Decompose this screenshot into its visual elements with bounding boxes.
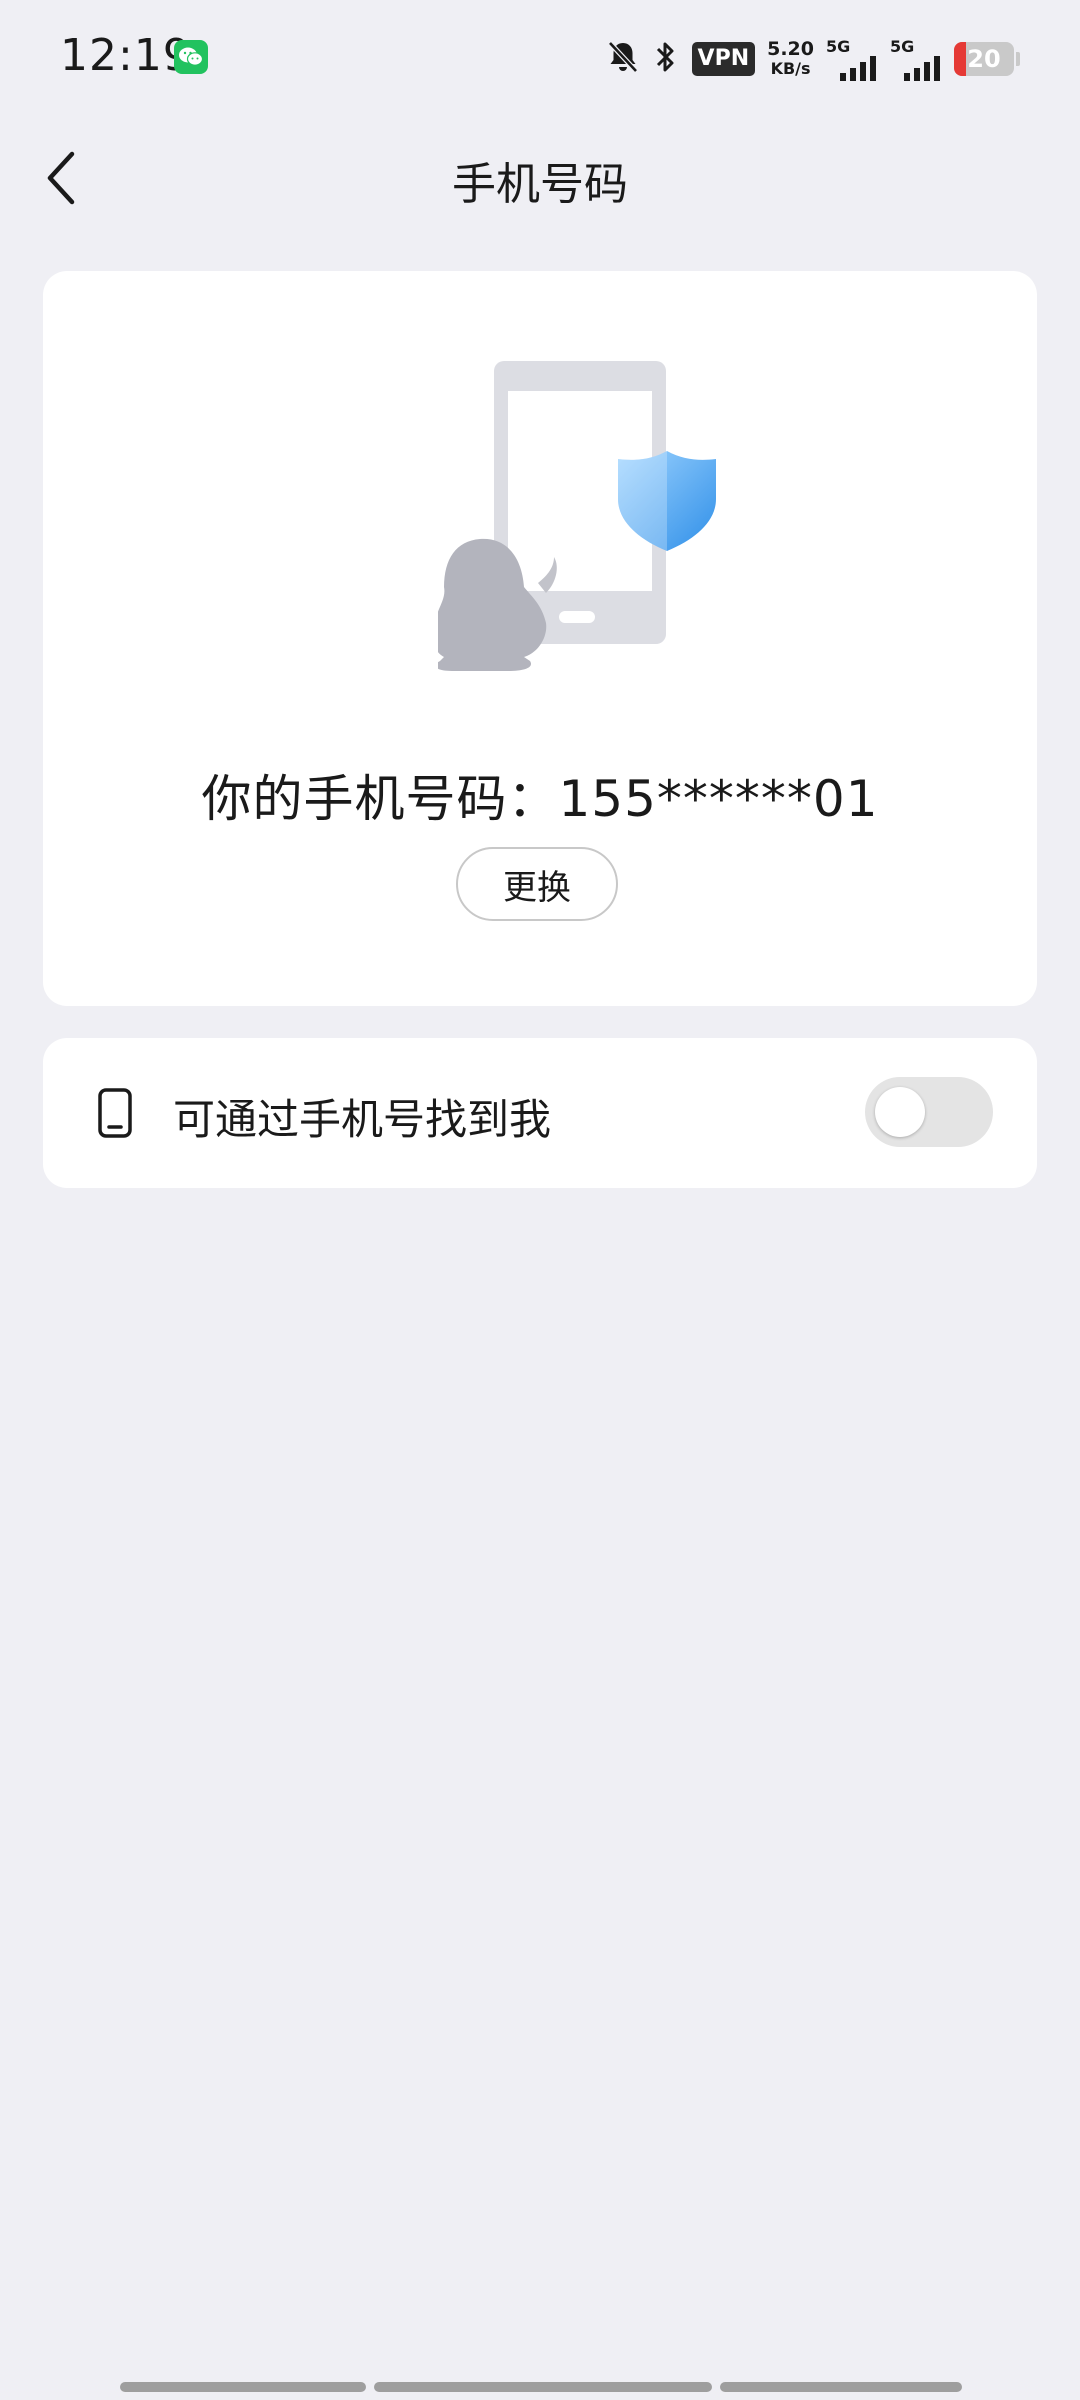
network-speed-value: 5.20 <box>767 38 814 60</box>
status-bar: 12:19 VPN 5.20 KB/s 5G 5G 20 <box>0 0 1080 110</box>
page-title: 手机号码 <box>452 159 628 210</box>
mobile-phone-icon <box>93 1088 137 1138</box>
network-speed: 5.20 KB/s <box>767 39 814 79</box>
gesture-bar-segment <box>720 2382 962 2392</box>
gesture-bar-segment <box>374 2382 712 2392</box>
signal-2-label: 5G <box>890 37 915 56</box>
battery-icon: 20 <box>954 42 1014 76</box>
signal-1-label: 5G <box>826 37 851 56</box>
change-phone-button[interactable]: 更换 <box>456 847 618 921</box>
app-header: 手机号码 <box>0 130 1080 226</box>
bell-muted-icon <box>606 39 640 79</box>
toggle-knob <box>875 1087 925 1137</box>
signal-strength-2: 5G <box>890 37 942 81</box>
battery-cap <box>1016 52 1020 66</box>
network-speed-unit: KB/s <box>770 59 811 78</box>
vpn-badge: VPN <box>691 42 756 76</box>
phone-number-label: 你的手机号码：155******01 <box>201 770 879 828</box>
phone-number-card: 你的手机号码：155******01 更换 <box>43 271 1037 1006</box>
status-icons: VPN 5.20 KB/s 5G 5G 20 <box>606 34 1020 84</box>
bluetooth-icon <box>652 39 680 79</box>
signal-strength-1: 5G <box>826 37 878 81</box>
find-me-by-phone-toggle[interactable] <box>865 1077 993 1147</box>
status-time: 12:19 <box>60 30 192 81</box>
gesture-bar-segment <box>120 2382 366 2392</box>
battery-level: 20 <box>967 45 1001 73</box>
find-me-by-phone-setting: 可通过手机号找到我 <box>43 1038 1037 1188</box>
find-me-by-phone-label: 可通过手机号找到我 <box>173 1095 552 1144</box>
wechat-icon <box>174 40 208 74</box>
gesture-navigation-bar[interactable] <box>120 2382 962 2392</box>
phone-shield-penguin-illustration <box>431 361 728 671</box>
